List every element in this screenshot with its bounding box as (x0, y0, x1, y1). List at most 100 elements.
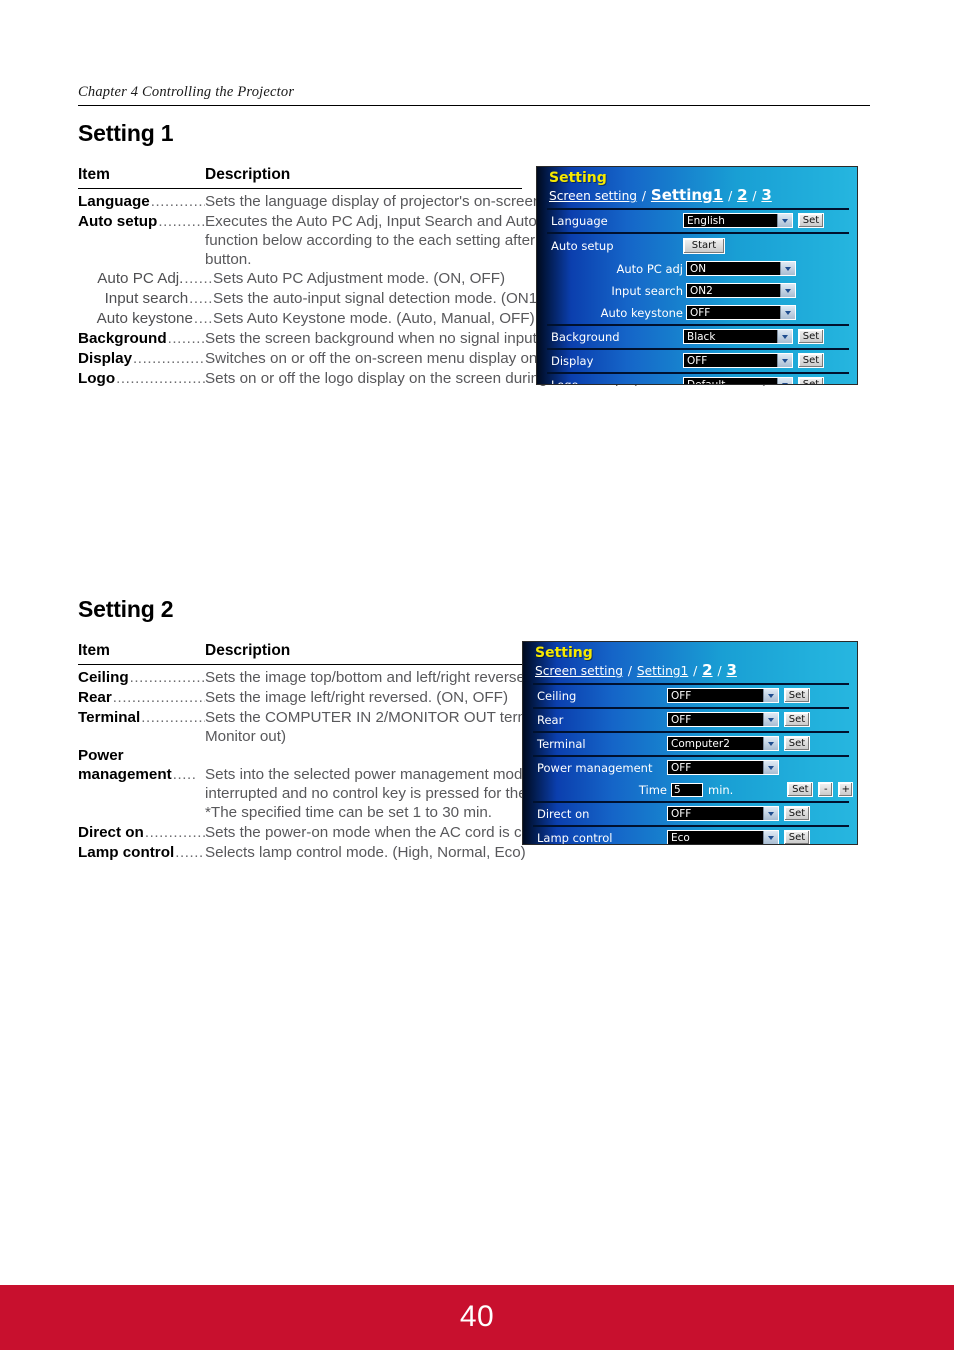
shot1-start-button[interactable]: Start (683, 237, 725, 254)
chevron-down-icon[interactable] (777, 330, 792, 344)
shot2-crumb-page3[interactable]: 3 (726, 661, 736, 679)
page-number: 40 (459, 1300, 495, 1333)
shot1-breadcrumb: Screen setting / Setting1 / 2 / 3 (549, 186, 857, 205)
chevron-down-icon[interactable] (780, 284, 795, 298)
shot2-controls-terminal: Computer2 Set (667, 736, 810, 752)
shot1-set-button-display[interactable]: Set (798, 353, 824, 369)
chevron-down-icon[interactable] (763, 689, 778, 703)
chevron-down-icon[interactable] (763, 713, 778, 727)
chevron-down-icon[interactable] (763, 831, 778, 844)
shot2-select-ceiling[interactable]: OFF (667, 688, 779, 704)
shot2-set-button-rear[interactable]: Set (784, 712, 810, 728)
shot2-crumb-sep-1: / (624, 664, 636, 679)
shot2-row-ceiling: Ceiling OFF Set (533, 685, 849, 709)
shot2-header: Setting Screen setting / Setting1 / 2 / … (523, 642, 857, 682)
shot1-controls-auto-pc-adj: ON (686, 261, 796, 277)
shot2-time-increment-button[interactable]: + (838, 782, 854, 798)
shot1-crumb-setting1[interactable]: Setting1 (651, 186, 723, 204)
shot1-select-auto-pc-adj[interactable]: ON (686, 261, 796, 277)
column-header-item-2: Item (78, 642, 110, 659)
shot2-select-power-management[interactable]: OFF (667, 760, 779, 776)
shot1-select-input-search[interactable]: ON2 (686, 283, 796, 299)
shot2-controls-rear: OFF Set (667, 712, 810, 728)
shot2-set-button-time[interactable]: Set (787, 782, 814, 798)
shot2-time-input[interactable]: 5 (671, 782, 703, 797)
shot1-set-button-background[interactable]: Set (798, 329, 824, 345)
table-header-rule (78, 188, 522, 189)
chevron-down-icon[interactable] (780, 306, 795, 320)
shot1-label-background: Background (551, 329, 620, 344)
shot2-label-ceiling: Ceiling (537, 688, 577, 703)
shot2-label-rear: Rear (537, 712, 564, 727)
shot2-row-power-management: Power management OFF (533, 757, 849, 779)
section-title-setting-2: Setting 2 (78, 596, 174, 622)
shot2-set-button-direct-on[interactable]: Set (784, 806, 810, 822)
shot2-controls-ceiling: OFF Set (667, 688, 810, 704)
shot1-label-auto-pc-adj: Auto PC adj (616, 261, 683, 276)
shot2-crumb-page2[interactable]: 2 (702, 661, 712, 679)
shot1-row-logo: Logo Default Set (547, 374, 849, 384)
shot1-row-display: Display OFF Set (547, 350, 849, 374)
shot2-title: Setting (535, 645, 593, 661)
shot1-controls-input-search: ON2 (686, 283, 796, 299)
running-head-text: Chapter 4 Controlling the Projector (78, 84, 295, 100)
shot1-controls-auto-keystone: OFF (686, 305, 796, 321)
shot1-controls-language: English Set (683, 213, 824, 229)
shot1-crumb-screen-setting[interactable]: Screen setting (549, 189, 637, 203)
def-term-input-search: Input search ..... (104, 290, 213, 308)
def-term-auto-pc-adj: Auto PC Adj. ...... (97, 270, 213, 288)
shot1-label-input-search: Input search (611, 283, 683, 298)
shot2-set-button-ceiling[interactable]: Set (784, 688, 810, 704)
shot1-select-auto-keystone[interactable]: OFF (686, 305, 796, 321)
shot2-time-decrement-button[interactable]: - (818, 782, 834, 798)
shot2-row-terminal: Terminal Computer2 Set (533, 733, 849, 757)
running-head: Chapter 4 Controlling the Projector (78, 84, 870, 106)
chevron-down-icon[interactable] (763, 737, 778, 751)
def-term-background: Background ......... (78, 329, 205, 347)
table-header-setting-2: Item Description (78, 642, 522, 665)
shot1-set-button-language[interactable]: Set (798, 213, 824, 229)
shot2-crumb-sep-2: / (689, 664, 702, 679)
def-term-terminal: Terminal ................ (78, 708, 205, 726)
shot2-select-terminal[interactable]: Computer2 (667, 736, 779, 752)
shot1-select-logo[interactable]: Default (683, 377, 793, 384)
chevron-down-icon[interactable] (777, 214, 792, 228)
shot1-set-button-logo[interactable]: Set (798, 377, 824, 384)
chevron-down-icon[interactable] (763, 807, 778, 821)
shot2-select-rear[interactable]: OFF (667, 712, 779, 728)
shot2-select-direct-on[interactable]: OFF (667, 806, 779, 822)
shot1-crumb-sep-3: / (748, 189, 761, 204)
shot1-label-auto-keystone: Auto keystone (600, 305, 683, 320)
chevron-down-icon[interactable] (780, 262, 795, 276)
chevron-down-icon[interactable] (763, 761, 778, 775)
chevron-down-icon[interactable] (777, 354, 792, 368)
shot2-crumb-screen-setting[interactable]: Screen setting (535, 664, 623, 678)
shot1-row-background: Background Black Set (547, 326, 849, 350)
shot1-select-language[interactable]: English (683, 213, 793, 229)
shot2-row-direct-on: Direct on OFF Set (533, 803, 849, 827)
column-header-description: Description (205, 166, 291, 183)
shot2-set-button-lamp-control[interactable]: Set (784, 830, 810, 844)
shot2-label-terminal: Terminal (537, 736, 586, 751)
shot1-row-language: Language English Set (547, 210, 849, 234)
def-term-power: Power (78, 747, 124, 765)
shot2-crumb-setting1[interactable]: Setting1 (637, 664, 688, 678)
chevron-down-icon[interactable] (777, 378, 792, 384)
section-title-setting-1: Setting 1 (78, 120, 174, 146)
shot2-rows: Ceiling OFF Set Rear OFF Set Terminal Co… (533, 682, 854, 844)
def-term-rear: Rear .......................... (78, 688, 205, 706)
shot2-select-lamp-control[interactable]: Eco (667, 830, 779, 844)
shot1-crumb-page2[interactable]: 2 (737, 186, 747, 204)
def-term-logo: Logo ........................ (78, 369, 205, 387)
column-header-description-2: Description (205, 642, 291, 659)
shot1-row-input-search: Input search ON2 (547, 280, 849, 302)
shot2-controls-power-management: OFF (667, 760, 779, 776)
shot1-select-background[interactable]: Black (683, 329, 793, 345)
shot2-breadcrumb: Screen setting / Setting1 / 2 / 3 (535, 661, 857, 680)
shot2-time-unit: min. (708, 782, 734, 797)
shot1-header: Setting Screen setting / Setting1 / 2 / … (537, 167, 857, 207)
shot2-set-button-terminal[interactable]: Set (784, 736, 810, 752)
shot1-label-display: Display (551, 353, 594, 368)
shot1-select-display[interactable]: OFF (683, 353, 793, 369)
shot1-crumb-page3[interactable]: 3 (761, 186, 771, 204)
